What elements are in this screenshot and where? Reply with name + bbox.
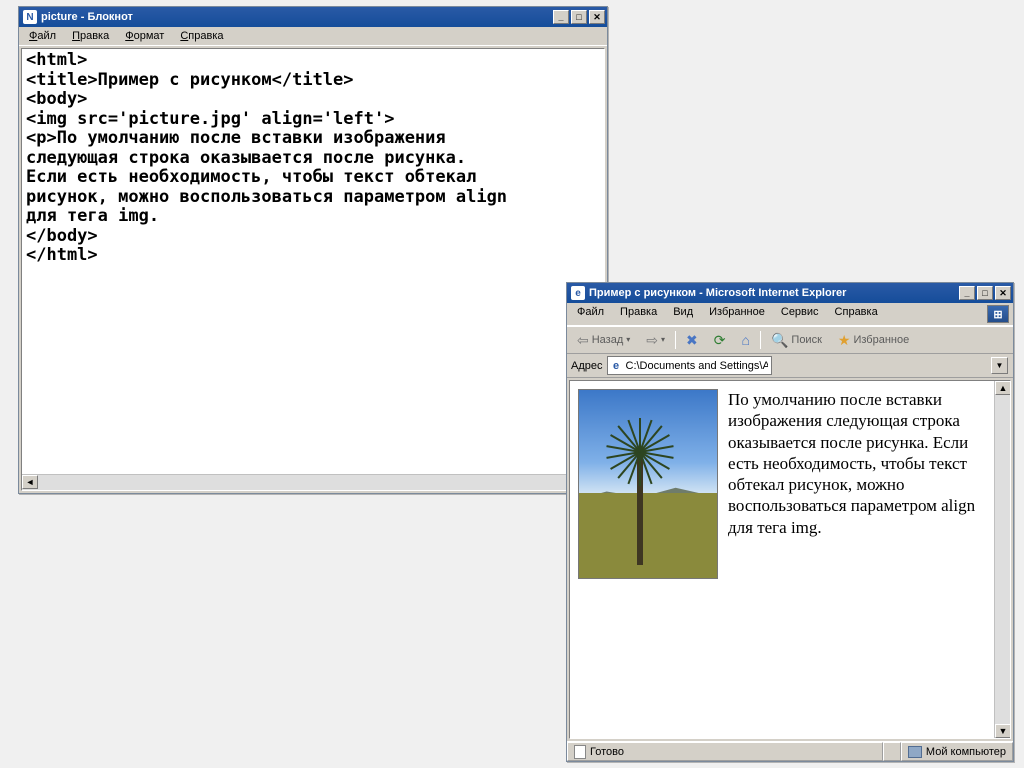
- menu-view[interactable]: Вид: [667, 305, 699, 323]
- status-ready-label: Готово: [590, 746, 624, 758]
- maximize-button[interactable]: □: [977, 286, 993, 300]
- ie-title: Пример с рисунком - Microsoft Internet E…: [589, 287, 959, 299]
- notepad-app-icon: N: [23, 10, 37, 24]
- menu-file[interactable]: Файл: [571, 305, 610, 323]
- refresh-icon: ⟳: [714, 333, 726, 347]
- ie-window: e Пример с рисунком - Microsoft Internet…: [566, 282, 1014, 762]
- search-icon: 🔍: [771, 333, 788, 347]
- refresh-button[interactable]: ⟳: [708, 330, 732, 350]
- search-label: Поиск: [791, 334, 821, 346]
- menu-help[interactable]: Справка: [829, 305, 884, 323]
- close-button[interactable]: ✕: [995, 286, 1011, 300]
- back-arrow-icon: ⇦: [577, 333, 589, 347]
- menu-fav[interactable]: Избранное: [703, 305, 771, 323]
- star-icon: ★: [838, 333, 851, 347]
- notepad-titlebar[interactable]: N picture - Блокнот _ □ ✕: [19, 7, 607, 27]
- horizontal-scrollbar[interactable]: ◄ ►: [22, 474, 588, 490]
- status-ready: Готово: [567, 742, 883, 761]
- vertical-scrollbar[interactable]: ▲ ▼: [994, 381, 1010, 738]
- content-text: По умолчанию после вставки изображения с…: [728, 390, 975, 537]
- menu-format[interactable]: Формат: [119, 29, 170, 43]
- favorites-label: Избранное: [853, 334, 909, 346]
- forward-arrow-icon: ⇨: [646, 333, 658, 347]
- notepad-editor[interactable]: <html> <title>Пример с рисунком</title> …: [21, 48, 605, 491]
- menu-edit[interactable]: Правка: [66, 29, 115, 43]
- scroll-up-button[interactable]: ▲: [995, 381, 1011, 395]
- stop-button[interactable]: ✖: [680, 330, 704, 350]
- home-button[interactable]: ⌂: [736, 330, 756, 350]
- address-label: Адрес: [571, 360, 603, 372]
- notepad-text[interactable]: <html> <title>Пример с рисунком</title> …: [22, 49, 604, 268]
- ie-statusbar: Готово Мой компьютер: [567, 741, 1013, 761]
- maximize-button[interactable]: □: [571, 10, 587, 24]
- back-button[interactable]: ⇦ Назад ▾: [571, 330, 636, 350]
- status-zone: Мой компьютер: [901, 742, 1013, 761]
- status-zone-label: Мой компьютер: [926, 746, 1006, 758]
- document-icon: [574, 745, 586, 759]
- notepad-window: N picture - Блокнот _ □ ✕ Файл Правка Фо…: [18, 6, 608, 494]
- notepad-menubar: Файл Правка Формат Справка: [19, 27, 607, 46]
- search-button[interactable]: 🔍 Поиск: [765, 330, 828, 350]
- address-field-wrap: e ▼: [607, 356, 1010, 375]
- address-input[interactable]: [607, 356, 772, 375]
- page-icon: e: [610, 359, 623, 372]
- chevron-down-icon: ▾: [661, 336, 665, 344]
- favorites-button[interactable]: ★ Избранное: [832, 330, 915, 350]
- ie-titlebar[interactable]: e Пример с рисунком - Microsoft Internet…: [567, 283, 1013, 303]
- chevron-down-icon: ▾: [626, 336, 630, 344]
- menu-help[interactable]: Справка: [174, 29, 229, 43]
- minimize-button[interactable]: _: [553, 10, 569, 24]
- back-label: Назад: [592, 334, 624, 346]
- close-button[interactable]: ✕: [589, 10, 605, 24]
- ie-app-icon: e: [571, 286, 585, 300]
- notepad-title: picture - Блокнот: [41, 11, 553, 23]
- address-dropdown-button[interactable]: ▼: [991, 357, 1008, 374]
- menu-file[interactable]: Файл: [23, 29, 62, 43]
- status-blank: [883, 742, 901, 761]
- forward-button[interactable]: ⇨ ▾: [640, 330, 671, 350]
- content-image: [578, 389, 718, 579]
- toolbar-separator: [675, 331, 676, 349]
- ie-toolbar: ⇦ Назад ▾ ⇨ ▾ ✖ ⟳ ⌂ 🔍 Поиск ★ Избранное: [567, 326, 1013, 354]
- stop-icon: ✖: [686, 333, 698, 347]
- menu-tools[interactable]: Сервис: [775, 305, 825, 323]
- ie-logo-icon: ⊞: [987, 305, 1009, 323]
- ie-viewport[interactable]: По умолчанию после вставки изображения с…: [569, 380, 1011, 739]
- ie-menubar: Файл Правка Вид Избранное Сервис Справка…: [567, 303, 1013, 326]
- minimize-button[interactable]: _: [959, 286, 975, 300]
- scroll-down-button[interactable]: ▼: [995, 724, 1011, 738]
- computer-icon: [908, 746, 922, 758]
- home-icon: ⌂: [742, 333, 750, 347]
- menu-edit[interactable]: Правка: [614, 305, 663, 323]
- toolbar-separator: [760, 331, 761, 349]
- address-bar: Адрес e ▼: [567, 354, 1013, 378]
- scroll-left-button[interactable]: ◄: [22, 475, 38, 489]
